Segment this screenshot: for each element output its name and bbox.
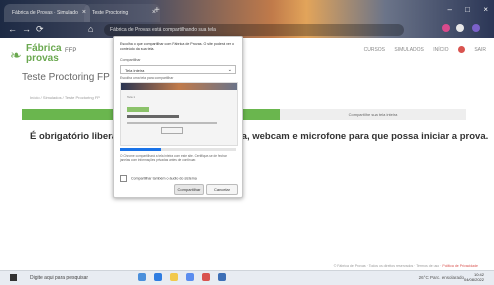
tab-strip: Fábrica de Provas · Simulado × Teste Pro… bbox=[0, 0, 494, 22]
preview-text-line bbox=[127, 122, 217, 124]
reload-icon[interactable]: ⟳ bbox=[36, 24, 44, 35]
logo-badge: FFP bbox=[65, 48, 77, 54]
preview-dialog-box bbox=[161, 127, 183, 134]
address-bar[interactable]: Fábrica de Provas está compartilhando su… bbox=[104, 24, 404, 36]
web-page: ❧ Fábrica provas FFP CURSOS SIMULADOS IN… bbox=[0, 38, 494, 270]
new-tab-button[interactable]: + bbox=[154, 5, 160, 16]
share-progress-fill bbox=[120, 148, 161, 151]
page-title: Teste Proctoring FP bbox=[22, 72, 110, 83]
cancel-button[interactable]: Cancelar bbox=[206, 184, 238, 195]
footer-text: © Fábrica de Provas · Todos os direitos … bbox=[333, 264, 442, 268]
screen-preview-thumbnail[interactable]: Tela 1 bbox=[120, 82, 238, 146]
pending-step-bar: Compartilhe sua tela inteira bbox=[280, 109, 466, 120]
preview-caption: Tela 1 bbox=[127, 95, 136, 99]
breadcrumb: Início / Simulados / Teste Proctoring FP bbox=[30, 95, 100, 100]
dialog-note: Escolha uma tela para compartilhar bbox=[120, 76, 174, 80]
dialog-title: Escolha o que compartilhar com Fábrica d… bbox=[120, 42, 235, 51]
share-type-value: Tela inteira bbox=[125, 68, 145, 73]
chevron-down-icon: ⌄ bbox=[227, 67, 232, 73]
file-explorer-icon[interactable] bbox=[170, 273, 178, 281]
logo-text-bottom: provas bbox=[26, 53, 59, 64]
home-icon[interactable]: ⌂ bbox=[88, 24, 93, 34]
back-icon[interactable]: ← bbox=[8, 24, 17, 34]
browser-tab[interactable]: Teste Proctoring × bbox=[84, 4, 160, 22]
profile-avatar[interactable] bbox=[472, 24, 480, 32]
share-button[interactable]: Compartilhar bbox=[174, 184, 204, 195]
forward-icon[interactable]: → bbox=[22, 24, 31, 34]
chrome-icon[interactable] bbox=[202, 273, 210, 281]
extension-icon[interactable] bbox=[456, 24, 464, 32]
app-icon[interactable] bbox=[218, 273, 226, 281]
requirement-message: É obrigatório liberar o compartilhamento… bbox=[30, 131, 489, 142]
preview-browser-strip bbox=[121, 83, 237, 90]
task-view-icon[interactable] bbox=[138, 273, 146, 281]
footer-link[interactable]: Política de Privacidade bbox=[442, 264, 478, 268]
maximize-button[interactable]: □ bbox=[465, 5, 470, 14]
store-icon[interactable] bbox=[186, 273, 194, 281]
nav-cursos[interactable]: CURSOS bbox=[364, 47, 385, 53]
close-window-button[interactable]: × bbox=[483, 5, 488, 14]
browser-chrome: Fábrica de Provas · Simulado × Teste Pro… bbox=[0, 0, 494, 38]
edge-icon[interactable] bbox=[154, 273, 162, 281]
browser-tab-active[interactable]: Fábrica de Provas · Simulado × bbox=[4, 4, 90, 22]
site-logo[interactable]: ❧ Fábrica provas FFP bbox=[10, 43, 90, 65]
nav-inicio[interactable]: INÍCIO bbox=[433, 47, 448, 53]
leaf-icon: ❧ bbox=[10, 47, 22, 63]
share-type-select[interactable]: Tela inteira ⌄ bbox=[120, 65, 236, 74]
preview-green-bar bbox=[127, 107, 149, 112]
tab-label: Teste Proctoring bbox=[92, 10, 129, 16]
checkbox-box[interactable] bbox=[120, 175, 127, 182]
dialog-description: O Chrome compartilhará a tela inteira co… bbox=[120, 154, 227, 163]
start-icon[interactable] bbox=[10, 274, 17, 281]
notification-badge[interactable] bbox=[457, 46, 465, 53]
windows-taskbar: Digite aqui para pesquisar 26°C Parc. en… bbox=[0, 270, 494, 285]
weather-tray[interactable]: 26°C Parc. ensolarado bbox=[419, 273, 464, 283]
nav-sair[interactable]: SAIR bbox=[474, 47, 486, 53]
clock-date: 04/08/2022 bbox=[463, 277, 484, 282]
share-progress-bar bbox=[120, 148, 236, 151]
top-navigation: CURSOS SIMULADOS INÍCIO SAIR bbox=[356, 46, 486, 53]
share-select-label: Compartilhar bbox=[120, 58, 141, 62]
preview-text-line bbox=[127, 115, 179, 118]
browser-toolbar: ← → ⟳ ⌂ Fábrica de Provas está compartil… bbox=[0, 22, 494, 38]
checkbox-label: Compartilhar também o áudio do sistema bbox=[131, 176, 197, 181]
page-footer: © Fábrica de Provas · Todos os direitos … bbox=[334, 264, 478, 268]
minimize-button[interactable]: – bbox=[448, 5, 452, 14]
tab-label: Fábrica de Provas · Simulado bbox=[12, 10, 78, 16]
share-audio-checkbox[interactable]: Compartilhar também o áudio do sistema bbox=[120, 175, 197, 182]
nav-simulados[interactable]: SIMULADOS bbox=[394, 47, 423, 53]
system-clock[interactable]: 10:42 04/08/2022 bbox=[464, 272, 484, 282]
taskbar-search[interactable]: Digite aqui para pesquisar bbox=[30, 273, 88, 283]
extension-icon[interactable] bbox=[442, 24, 450, 32]
screen-share-dialog: Escolha o que compartilhar com Fábrica d… bbox=[113, 36, 243, 198]
